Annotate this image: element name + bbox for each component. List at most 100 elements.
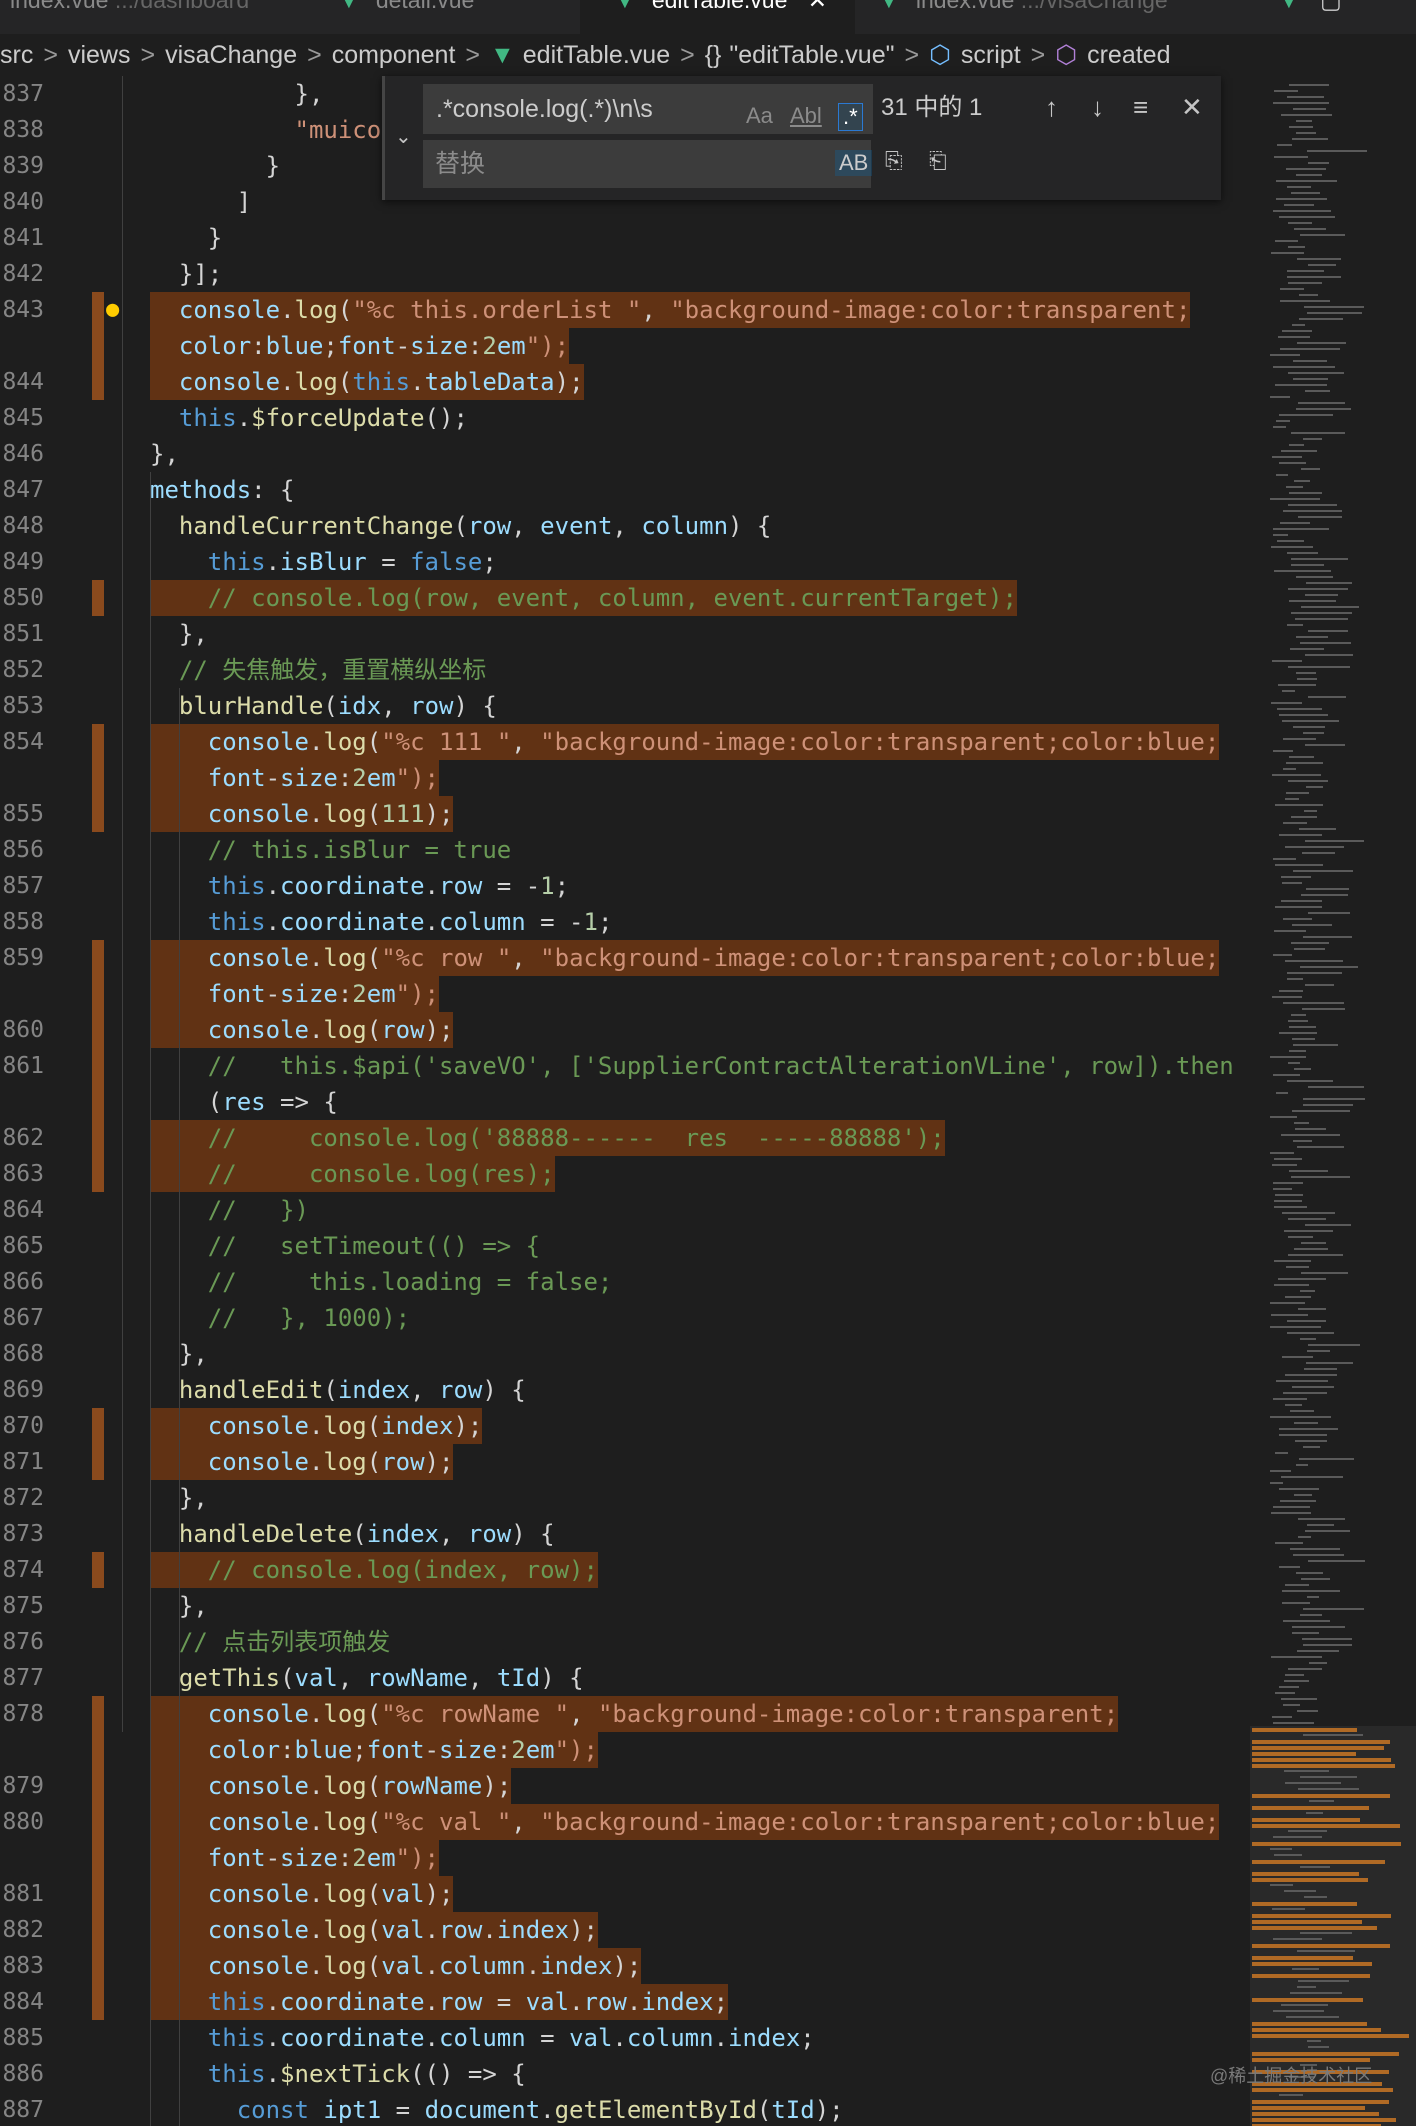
find-in-selection-icon[interactable]: ≡ bbox=[1133, 92, 1148, 123]
code-line[interactable]: 843 console.log("%c this.orderList ", "b… bbox=[0, 292, 1250, 328]
tab-index-dashboard[interactable]: index.vue .../dashboard bbox=[10, 0, 330, 34]
code-line[interactable]: 844 console.log(this.tableData); bbox=[0, 364, 1250, 400]
lightbulb-icon[interactable]: ● bbox=[106, 292, 119, 328]
code-line[interactable]: 851 }, bbox=[0, 616, 1250, 652]
code-line[interactable]: 850 // console.log(row, event, column, e… bbox=[0, 580, 1250, 616]
minimap-line bbox=[1308, 1344, 1360, 1346]
code-line[interactable]: 848 handleCurrentChange(row, event, colu… bbox=[0, 508, 1250, 544]
code-text-match: console.log("%c val ", "background-image… bbox=[150, 1804, 1220, 1840]
tab-detail[interactable]: ▼ detail.vue bbox=[340, 0, 580, 34]
code-line[interactable]: 860 console.log(row); bbox=[0, 1012, 1250, 1048]
breadcrumb-item-file[interactable]: editTable.vue bbox=[523, 41, 670, 69]
code-line[interactable]: (res => { bbox=[0, 1084, 1250, 1120]
code-line[interactable]: color:blue;font-size:2em"); bbox=[0, 328, 1250, 364]
code-line[interactable]: 864 // }) bbox=[0, 1192, 1250, 1228]
code-line[interactable]: 877 getThis(val, rowName, tId) { bbox=[0, 1660, 1250, 1696]
code-line[interactable]: 854 console.log("%c 111 ", "background-i… bbox=[0, 724, 1250, 760]
minimap[interactable] bbox=[1250, 76, 1416, 2126]
minimap-line bbox=[1307, 150, 1368, 152]
breadcrumb-item-module[interactable]: "editTable.vue" bbox=[729, 41, 894, 69]
code-line[interactable]: 871 console.log(row); bbox=[0, 1444, 1250, 1480]
code-line[interactable]: 852 // 失焦触发，重置横纵坐标 bbox=[0, 652, 1250, 688]
code-line[interactable]: 881 console.log(val); bbox=[0, 1876, 1250, 1912]
arrow-up-icon[interactable]: ↑ bbox=[1045, 92, 1058, 123]
code-line[interactable]: 841 } bbox=[0, 220, 1250, 256]
code-line[interactable]: 861 // this.$api('saveVO', ['SupplierCon… bbox=[0, 1048, 1250, 1084]
minimap-line bbox=[1275, 1692, 1296, 1694]
code-line[interactable]: 857 this.coordinate.row = -1; bbox=[0, 868, 1250, 904]
code-editor[interactable]: 837 }, 838 "muicomp 839 } 840 ] 841 } 842 }];… bbox=[0, 76, 1250, 2126]
code-line[interactable]: 884 this.coordinate.row = val.row.index; bbox=[0, 1984, 1250, 2020]
breadcrumb-item-visachange[interactable]: visaChange bbox=[165, 41, 297, 69]
close-icon[interactable]: ✕ bbox=[1181, 92, 1203, 123]
minimap-line bbox=[1273, 528, 1330, 530]
tab-index-visachange[interactable]: ▼ index.vue .../visaChange bbox=[880, 0, 1240, 34]
code-line[interactable]: 880 console.log("%c val ", "background-i… bbox=[0, 1804, 1250, 1840]
code-line[interactable]: 846}, bbox=[0, 436, 1250, 472]
minimap-line bbox=[1273, 1188, 1293, 1190]
code-line[interactable]: 886 this.$nextTick(() => { bbox=[0, 2056, 1250, 2092]
code-line[interactable]: 869 handleEdit(index, row) { bbox=[0, 1372, 1250, 1408]
line-number: 873 bbox=[2, 1521, 44, 1547]
code-line[interactable]: 876 // 点击列表项触发 bbox=[0, 1624, 1250, 1660]
code-line[interactable]: font-size:2em"); bbox=[0, 760, 1250, 796]
minimap-line bbox=[1283, 738, 1316, 740]
minimap-line bbox=[1281, 900, 1323, 902]
replace-input[interactable]: 替换 AB bbox=[423, 140, 873, 188]
minimap-line bbox=[1300, 1338, 1317, 1340]
code-line[interactable]: 866 // this.loading = false; bbox=[0, 1264, 1250, 1300]
tab-overflow[interactable]: ▼ bbox=[1280, 0, 1320, 34]
minimap-line bbox=[1252, 2088, 1393, 2092]
minimap-line bbox=[1273, 1722, 1315, 1724]
code-line[interactable]: 853 blurHandle(idx, row) { bbox=[0, 688, 1250, 724]
code-line[interactable]: 885 this.coordinate.column = val.column.… bbox=[0, 2020, 1250, 2056]
code-line[interactable]: 859 console.log("%c row ", "background-i… bbox=[0, 940, 1250, 976]
breadcrumb-item-created[interactable]: created bbox=[1087, 41, 1170, 69]
code-line[interactable]: 862 // console.log('88888------ res ----… bbox=[0, 1120, 1250, 1156]
code-line[interactable]: 842 }]; bbox=[0, 256, 1250, 292]
minimap-line bbox=[1252, 1914, 1391, 1918]
code-line[interactable]: 863 // console.log(res); bbox=[0, 1156, 1250, 1192]
code-line[interactable]: 847 methods: { bbox=[0, 472, 1250, 508]
code-line[interactable]: font-size:2em"); bbox=[0, 1840, 1250, 1876]
arrow-down-icon[interactable]: ↓ bbox=[1091, 92, 1104, 123]
split-editor-icon[interactable]: ▢ bbox=[1320, 0, 1360, 34]
minimap-line bbox=[1294, 480, 1311, 482]
code-line[interactable]: 855 console.log(111); bbox=[0, 796, 1250, 832]
find-input[interactable]: .*console.log(.*)\n\s Aa Abl .* bbox=[423, 84, 873, 134]
breadcrumb-item-src[interactable]: src bbox=[0, 41, 33, 69]
minimap-line bbox=[1272, 996, 1302, 998]
code-line[interactable]: 870 console.log(index); bbox=[0, 1408, 1250, 1444]
match-case-toggle[interactable]: Aa bbox=[746, 103, 773, 129]
breadcrumb-item-views[interactable]: views bbox=[68, 41, 131, 69]
code-line[interactable]: 874 // console.log(index, row); bbox=[0, 1552, 1250, 1588]
code-line[interactable]: 883 console.log(val.column.index); bbox=[0, 1948, 1250, 1984]
close-icon[interactable]: ✕ bbox=[808, 0, 827, 13]
breadcrumb-item-script[interactable]: script bbox=[961, 41, 1021, 69]
regex-toggle[interactable]: .* bbox=[838, 103, 863, 131]
replace-icon[interactable]: ⎘ bbox=[885, 148, 903, 174]
replace-all-icon[interactable]: ⎗ bbox=[929, 148, 947, 174]
code-line[interactable]: 865 // setTimeout(() => { bbox=[0, 1228, 1250, 1264]
breadcrumb-item-component[interactable]: component bbox=[332, 41, 456, 69]
code-line[interactable]: 868 }, bbox=[0, 1336, 1250, 1372]
code-line[interactable]: 849 this.isBlur = false; bbox=[0, 544, 1250, 580]
code-line[interactable]: 873 handleDelete(index, row) { bbox=[0, 1516, 1250, 1552]
code-line[interactable]: 867 // }, 1000); bbox=[0, 1300, 1250, 1336]
code-line[interactable]: 856 // this.isBlur = true bbox=[0, 832, 1250, 868]
code-line[interactable]: 872 }, bbox=[0, 1480, 1250, 1516]
tab-edittable[interactable]: ▼ editTable.vue ✕ bbox=[580, 0, 855, 34]
code-line[interactable]: 845 this.$forceUpdate(); bbox=[0, 400, 1250, 436]
code-line[interactable]: 875 }, bbox=[0, 1588, 1250, 1624]
code-line[interactable]: color:blue;font-size:2em"); bbox=[0, 1732, 1250, 1768]
minimap-line bbox=[1295, 1440, 1327, 1442]
whole-word-toggle[interactable]: Abl bbox=[790, 103, 822, 129]
code-line[interactable]: 882 console.log(val.row.index); bbox=[0, 1912, 1250, 1948]
code-line[interactable]: font-size:2em"); bbox=[0, 976, 1250, 1012]
code-line[interactable]: 858 this.coordinate.column = -1; bbox=[0, 904, 1250, 940]
code-line[interactable]: 879 console.log(rowName); bbox=[0, 1768, 1250, 1804]
code-line[interactable]: 887 const ipt1 = document.getElementById… bbox=[0, 2092, 1250, 2126]
chevron-down-icon[interactable]: ⌄ bbox=[395, 124, 412, 149]
code-line[interactable]: 878 console.log("%c rowName ", "backgrou… bbox=[0, 1696, 1250, 1732]
preserve-case-toggle[interactable]: AB bbox=[835, 150, 873, 176]
